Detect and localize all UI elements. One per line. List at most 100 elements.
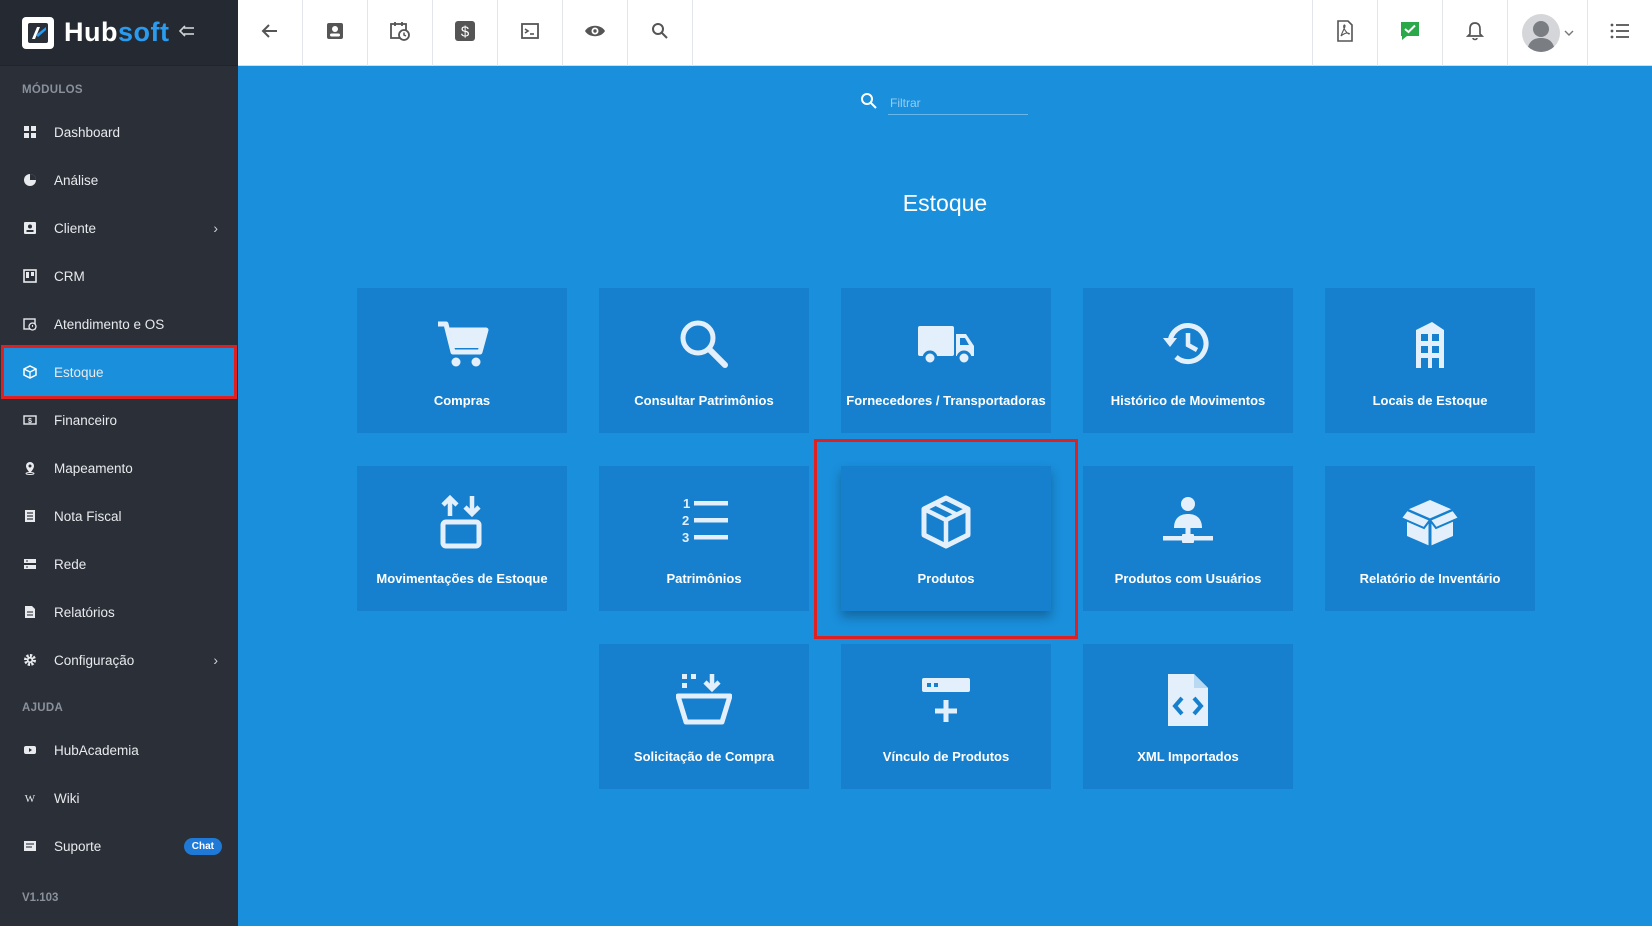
basket-download-icon [676,672,732,728]
user-menu-button[interactable] [1507,0,1587,66]
back-button[interactable] [238,0,303,66]
sidebar-item-label: Suporte [54,838,102,854]
sidebar: Hubsoft MÓDULOS Dashboard Análise Client… [0,0,238,926]
contact-card-icon [22,220,38,236]
building-icon [1402,316,1458,372]
tile-historico-movimentos[interactable]: Histórico de Movimentos [1083,288,1293,433]
svg-text:$: $ [28,418,32,425]
brand-hub: Hub [64,17,118,47]
tile-label: Locais de Estoque [1372,393,1488,408]
truck-icon [916,316,976,372]
terminal-icon [520,21,540,46]
sidebar-item-wiki[interactable]: W Wiki [0,774,238,822]
open-box-icon [1401,494,1459,550]
cart-icon [434,316,490,372]
tile-locais-estoque[interactable]: Locais de Estoque [1325,288,1535,433]
bell-icon [1465,21,1485,46]
schedule-button[interactable] [368,0,433,66]
sidebar-item-suporte[interactable]: Suporte Chat [0,822,238,870]
search-button[interactable] [628,0,693,66]
tile-label: Vínculo de Produtos [882,749,1010,764]
tile-xml-importados[interactable]: XML Importados [1083,644,1293,789]
tile-label: Produtos [917,571,975,586]
financial-button[interactable]: $ [433,0,498,66]
sidebar-item-configuracao[interactable]: Configuração › [0,636,238,684]
sidebar-item-label: Análise [54,172,99,188]
tile-vinculo-produtos[interactable]: Vínculo de Produtos [841,644,1051,789]
user-network-icon [1160,494,1216,550]
tile-label: Movimentações de Estoque [376,571,548,586]
check-message-icon [1399,20,1421,47]
message-icon [22,838,38,854]
sidebar-item-financeiro[interactable]: $ Financeiro [0,396,238,444]
sidebar-item-label: Nota Fiscal [54,508,122,524]
sidebar-item-mapeamento[interactable]: Mapeamento [0,444,238,492]
tile-produtos[interactable]: Produtos [841,466,1051,611]
calendar-clock-icon [22,316,38,332]
svg-text:3: 3 [682,530,689,545]
tile-fornecedores[interactable]: Fornecedores / Transportadoras [841,288,1051,433]
tile-label: Solicitação de Compra [633,749,775,764]
report-icon [22,604,38,620]
numbered-list-icon: 1 2 3 [676,494,732,550]
dashboard-icon [22,124,38,140]
collapse-menu-icon[interactable] [179,22,195,43]
sidebar-item-relatorios[interactable]: Relatórios [0,588,238,636]
section-modules-label: MÓDULOS [22,84,83,96]
menu-list-button[interactable] [1587,0,1652,66]
sidebar-item-label: Mapeamento [54,460,133,476]
view-button[interactable] [563,0,628,66]
wikipedia-icon: W [22,790,38,806]
sidebar-item-hubacademia[interactable]: HubAcademia [0,726,238,774]
tile-consultar-patrimonios[interactable]: Consultar Patrimônios [599,288,809,433]
sidebar-item-label: Configuração [54,652,135,668]
tile-patrimonios[interactable]: 1 2 3 Patrimônios [599,466,809,611]
calendar-clock-icon [389,20,411,47]
svg-text:$: $ [461,23,470,40]
sidebar-item-label: Estoque [54,364,104,380]
tile-label: XML Importados [1137,749,1239,764]
sidebar-item-rede[interactable]: Rede [0,540,238,588]
sidebar-item-atendimento[interactable]: Atendimento e OS [0,300,238,348]
sidebar-item-analise[interactable]: Análise [0,156,238,204]
notifications-button[interactable] [1442,0,1507,66]
chevron-right-icon: › [213,220,218,236]
filter-input[interactable] [888,92,1028,115]
sidebar-item-estoque[interactable]: Estoque [1,345,237,399]
sidebar-item-crm[interactable]: CRM [0,252,238,300]
pdf-button[interactable] [1312,0,1377,66]
tasks-button[interactable] [1377,0,1442,66]
terminal-button[interactable] [498,0,563,66]
sidebar-item-label: HubAcademia [54,742,139,758]
sidebar-item-dashboard[interactable]: Dashboard [0,108,238,156]
eye-icon [584,23,606,44]
brand-name: Hubsoft [64,17,169,48]
server-icon [22,556,38,572]
youtube-icon [22,742,38,758]
sidebar-item-label: Wiki [54,790,80,806]
tile-produtos-usuarios[interactable]: Produtos com Usuários [1083,466,1293,611]
pie-chart-icon [22,172,38,188]
sidebar-item-label: Dashboard [54,124,121,140]
clients-button[interactable] [303,0,368,66]
hubsoft-logo-icon[interactable] [22,16,54,49]
tile-label: Patrimônios [666,571,742,586]
brand: Hubsoft [0,0,238,66]
magnifier-icon [676,316,732,372]
tile-solicitacao-compra[interactable]: Solicitação de Compra [599,644,809,789]
tile-label: Compras [433,393,491,408]
tile-label: Histórico de Movimentos [1110,393,1266,408]
contact-card-icon [325,21,345,46]
pdf-file-icon [1336,19,1354,47]
money-icon: $ [22,412,38,428]
sidebar-item-label: Atendimento e OS [54,316,165,332]
transfer-icon [434,494,490,550]
sidebar-item-nota-fiscal[interactable]: Nota Fiscal [0,492,238,540]
tile-relatorio-inventario[interactable]: Relatório de Inventário [1325,466,1535,611]
svg-text:2: 2 [682,513,689,528]
tile-compras[interactable]: Compras [357,288,567,433]
sidebar-item-label: Cliente [54,220,97,236]
sidebar-item-cliente[interactable]: Cliente › [0,204,238,252]
tile-movimentacoes-estoque[interactable]: Movimentações de Estoque [357,466,567,611]
chat-badge[interactable]: Chat [183,837,222,855]
